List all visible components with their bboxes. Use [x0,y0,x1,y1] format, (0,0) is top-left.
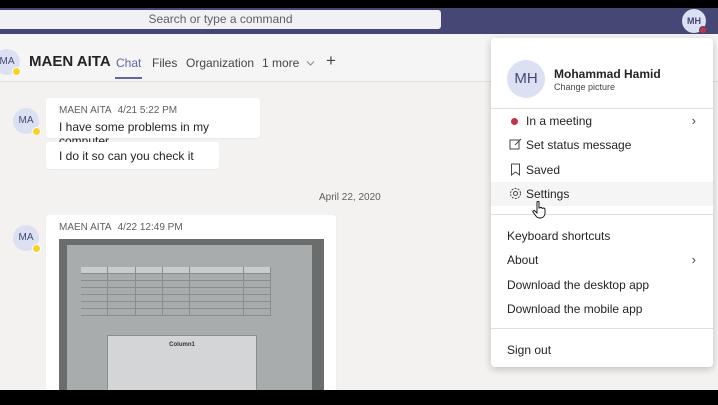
gear-icon [508,187,522,201]
menu-item-set-status-message[interactable]: Set status message [491,133,713,157]
bookmark-icon [508,163,522,177]
tab-more[interactable]: 1 more [262,56,315,70]
chevron-down-icon [306,61,315,67]
menu-item-label: About [507,253,539,267]
profile-avatar[interactable]: MH [507,60,545,98]
menu-item-label: In a meeting [526,114,593,128]
tab-organization[interactable]: Organization [186,56,254,70]
sender-name: MAEN AITA [59,105,112,116]
spreadsheet-photo: Column1 [67,245,312,390]
menu-item-about[interactable]: About › [491,248,713,272]
message-time: 4/22 12:49 PM [117,222,183,233]
busy-status-icon [699,26,707,34]
menu-item-label: Download the desktop app [507,278,650,292]
date-divider: April 22, 2020 [319,192,381,203]
sender-name: MAEN AITA [59,222,112,233]
spreadsheet-subtable: Column1 [107,335,257,390]
change-picture-link[interactable]: Change picture [554,82,615,92]
message-text: I do it so can you check it [59,149,194,163]
tab-more-label: 1 more [262,56,300,70]
spreadsheet-grid [81,267,271,323]
sign-out-button[interactable]: Sign out [491,338,713,362]
profile-avatar-button[interactable]: MH [682,9,707,34]
avatar-initials: MA [18,232,34,243]
menu-item-saved[interactable]: Saved [491,158,713,182]
menu-item-label: Sign out [507,343,552,357]
chevron-right-icon: › [691,113,696,128]
edit-icon [508,138,522,152]
avatar-initials: MA [0,56,15,67]
menu-item-settings[interactable]: Settings [491,182,713,206]
add-tab-button[interactable]: + [326,51,336,71]
menu-item-label: Set status message [526,138,632,152]
message-meta: MAEN AITA 4/21 5:22 PM [59,105,177,116]
message-bubble[interactable]: I do it so can you check it [46,142,219,169]
search-input[interactable]: Search or type a command [0,10,441,29]
menu-item-download-mobile[interactable]: Download the mobile app [491,297,713,321]
avatar: MA [13,108,41,136]
active-tab-indicator [115,77,142,79]
message-meta: MAEN AITA 4/22 12:49 PM [59,222,183,233]
divider [491,214,713,215]
menu-item-keyboard-shortcuts[interactable]: Keyboard shortcuts [491,224,713,248]
menu-item-label: Saved [526,163,561,177]
avatar-initials: MH [687,16,701,26]
tab-files[interactable]: Files [152,56,177,70]
away-status-icon [32,127,41,136]
avatar: MA [0,49,21,76]
teams-window: Search or type a command MH MA MAEN AITA… [0,8,718,390]
tab-chat[interactable]: Chat [116,56,141,70]
menu-item-label: Download the mobile app [507,302,643,316]
menu-item-label: Keyboard shortcuts [507,229,611,243]
page-title: MAEN AITA [29,53,111,70]
menu-item-status[interactable]: In a meeting › [491,109,713,133]
menu-item-label: Settings [526,187,570,201]
attached-image[interactable]: Column1 [59,239,324,390]
avatar-initials: MA [18,115,34,126]
top-bar: Search or type a command MH [0,8,718,34]
away-status-icon [12,67,21,76]
message-bubble[interactable]: MAEN AITA 4/21 5:22 PM I have some proble… [46,98,260,148]
menu-item-download-desktop[interactable]: Download the desktop app [491,273,713,297]
avatar: MA [13,225,41,253]
profile-name: Mohammad Hamid [554,67,661,81]
busy-status-icon [511,118,518,125]
profile-menu: MH Mohammad Hamid Change picture In a me… [491,38,713,367]
subtable-title: Column1 [169,342,195,348]
chevron-right-icon: › [691,252,696,267]
message-time: 4/21 5:22 PM [117,105,178,116]
away-status-icon [32,244,41,253]
mouse-cursor-icon [532,201,546,219]
divider [491,328,713,329]
